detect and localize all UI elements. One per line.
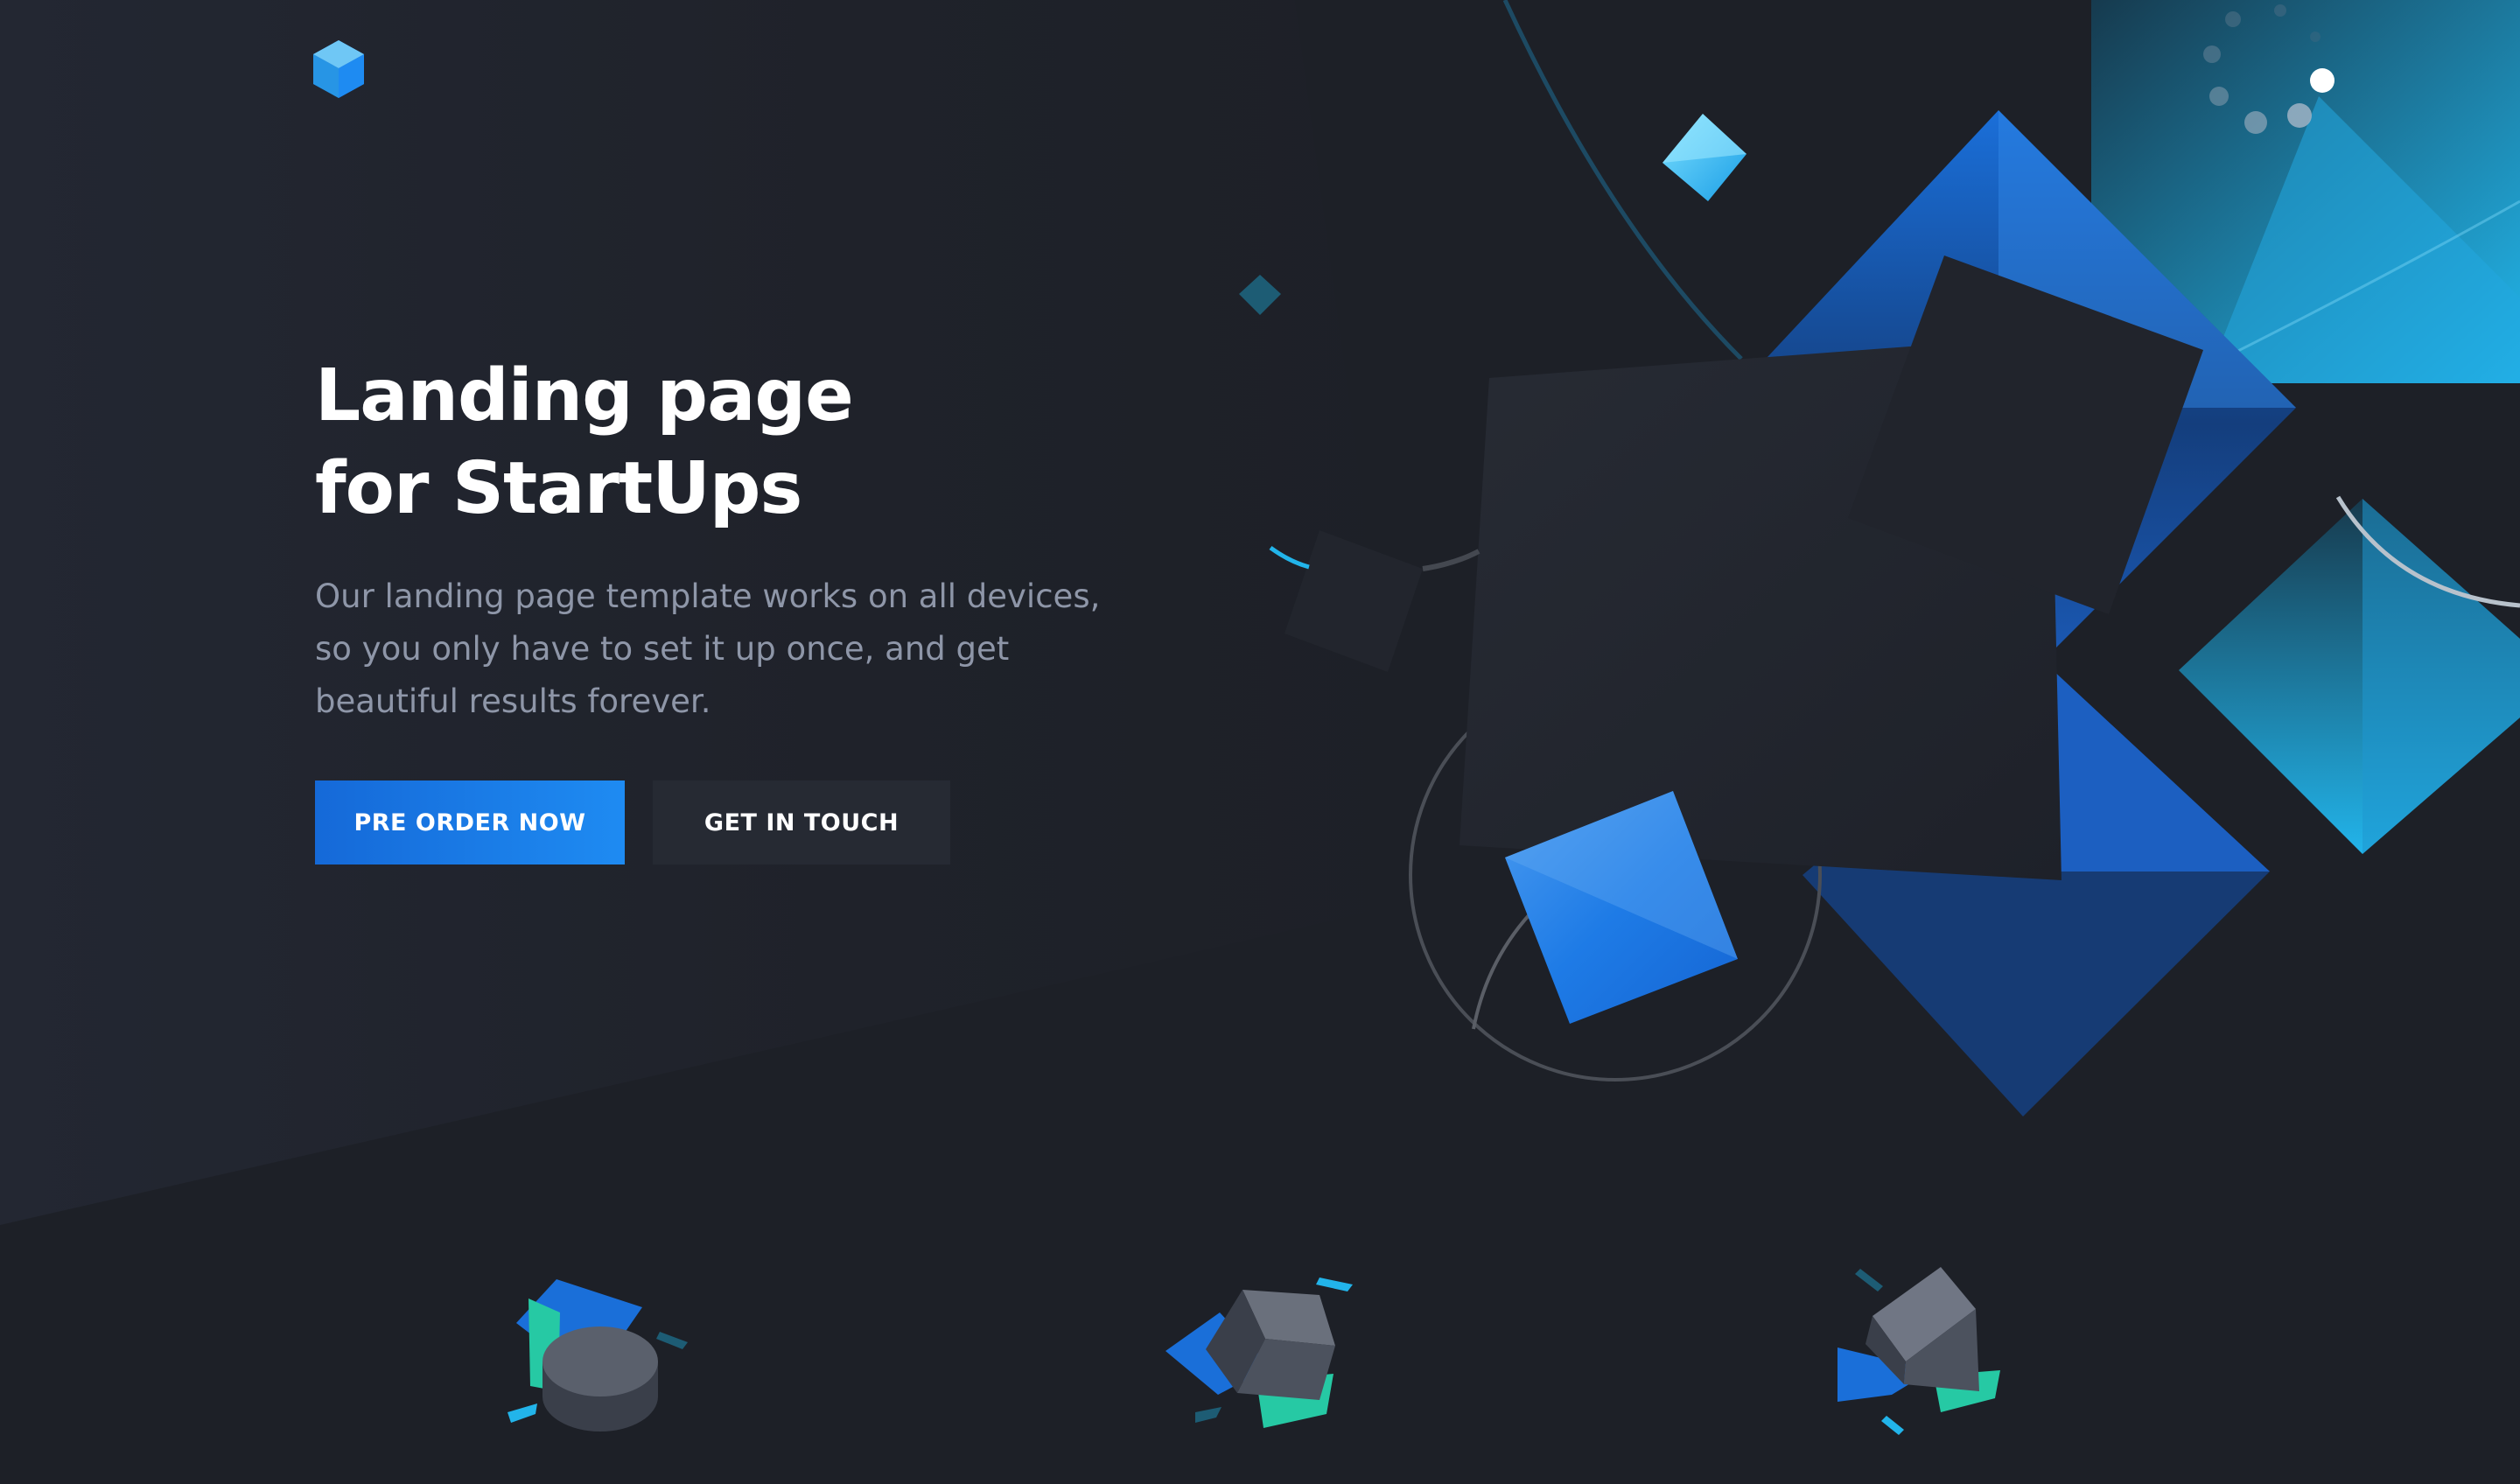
- cube-shapes-icon: [1166, 1278, 1353, 1428]
- hero-paragraph: Our landing page template works on all d…: [315, 578, 1101, 720]
- cylinder-shapes-icon: [508, 1279, 688, 1432]
- pre-order-button[interactable]: PRE ORDER NOW: [315, 780, 625, 864]
- hexagon-cube-logo-icon[interactable]: [312, 38, 366, 100]
- get-in-touch-button[interactable]: GET IN TOUCH: [653, 780, 950, 864]
- tilted-cube-shapes-icon: [1838, 1267, 2000, 1435]
- hero-cta-group: PRE ORDER NOW GET IN TOUCH: [315, 780, 1190, 864]
- features-icons-row: [508, 1267, 2000, 1435]
- hero-title: Landing page for StartUps: [315, 354, 854, 530]
- hero-section: Landing page for StartUps Our landing pa…: [315, 350, 1190, 864]
- landing-page: Landing page for StartUps Our landing pa…: [0, 0, 2520, 1484]
